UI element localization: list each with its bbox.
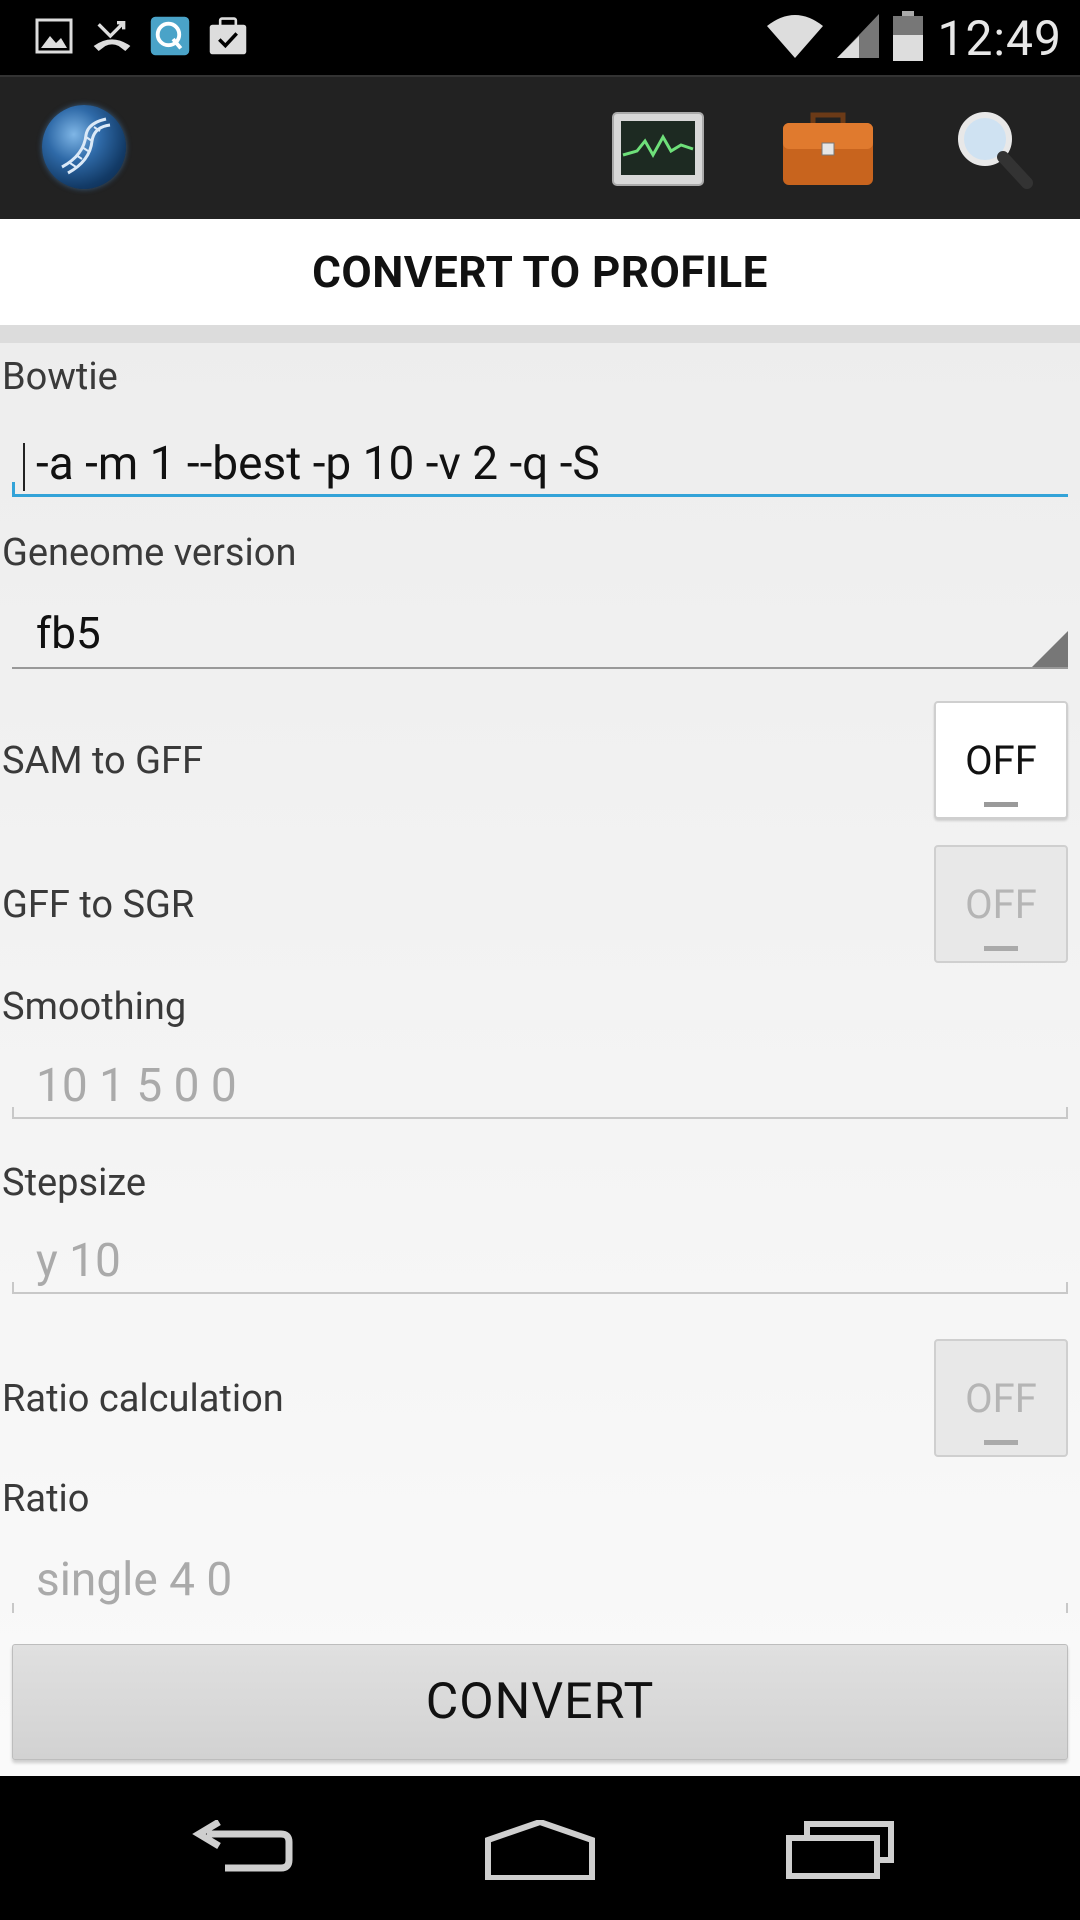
sam-to-gff-label: SAM to GFF [2, 739, 204, 783]
toggle-state-text: OFF [965, 736, 1037, 784]
search-icon[interactable] [945, 103, 1041, 195]
missed-call-icon [92, 14, 132, 58]
dna-globe-logo[interactable] [42, 105, 126, 189]
clock: 12:49 [937, 9, 1062, 67]
page-title: CONVERT TO PROFILE [312, 246, 768, 298]
chart-icon[interactable] [610, 103, 706, 195]
genome-version-select[interactable]: fb5 [12, 597, 1068, 669]
toggle-state-text: OFF [965, 880, 1037, 928]
dropdown-triangle-icon [1032, 631, 1068, 667]
ratio-label: Ratio [2, 1477, 90, 1521]
gff-to-sgr-toggle[interactable]: OFF [934, 845, 1068, 963]
toggle-indicator [984, 946, 1018, 951]
back-icon[interactable] [180, 1810, 300, 1890]
genome-version-label: Geneome version [2, 531, 297, 575]
ratio-calculation-toggle[interactable]: OFF [934, 1339, 1068, 1457]
bowtie-input[interactable]: -a -m 1 --best -p 10 -v 2 -q -S [12, 431, 1068, 497]
q-app-icon [150, 14, 190, 58]
page-title-bar: CONVERT TO PROFILE [0, 219, 1080, 343]
recent-apps-icon[interactable] [780, 1810, 900, 1890]
action-bar [0, 75, 1080, 221]
toggle-state-text: OFF [965, 1374, 1037, 1422]
signal-icon [837, 14, 880, 62]
toggle-indicator [984, 1440, 1018, 1445]
ratio-input[interactable]: single 4 0 [12, 1547, 1068, 1613]
smoothing-input[interactable]: 10 1 5 0 0 [12, 1053, 1068, 1119]
sam-to-gff-toggle[interactable]: OFF [934, 701, 1068, 819]
image-icon [34, 14, 74, 58]
ratio-calculation-label: Ratio calculation [2, 1377, 284, 1421]
navigation-bar [0, 1776, 1080, 1920]
stepsize-input[interactable]: y 10 [12, 1228, 1068, 1294]
gff-to-sgr-label: GFF to SGR [2, 883, 195, 927]
convert-form-screen: CONVERT TO PROFILE Bowtie -a -m 1 --best… [0, 219, 1080, 1776]
status-bar: 12:49 [0, 0, 1080, 75]
home-icon[interactable] [480, 1810, 600, 1890]
genome-version-value: fb5 [36, 607, 101, 659]
toggle-indicator [984, 802, 1018, 807]
briefcase-icon[interactable] [780, 103, 876, 195]
stepsize-label: Stepsize [2, 1161, 147, 1205]
tasks-icon [208, 14, 248, 58]
bowtie-label: Bowtie [2, 355, 118, 399]
wifi-icon [767, 14, 824, 62]
battery-icon [893, 11, 924, 65]
smoothing-label: Smoothing [2, 985, 187, 1029]
convert-button[interactable]: CONVERT [12, 1644, 1068, 1760]
